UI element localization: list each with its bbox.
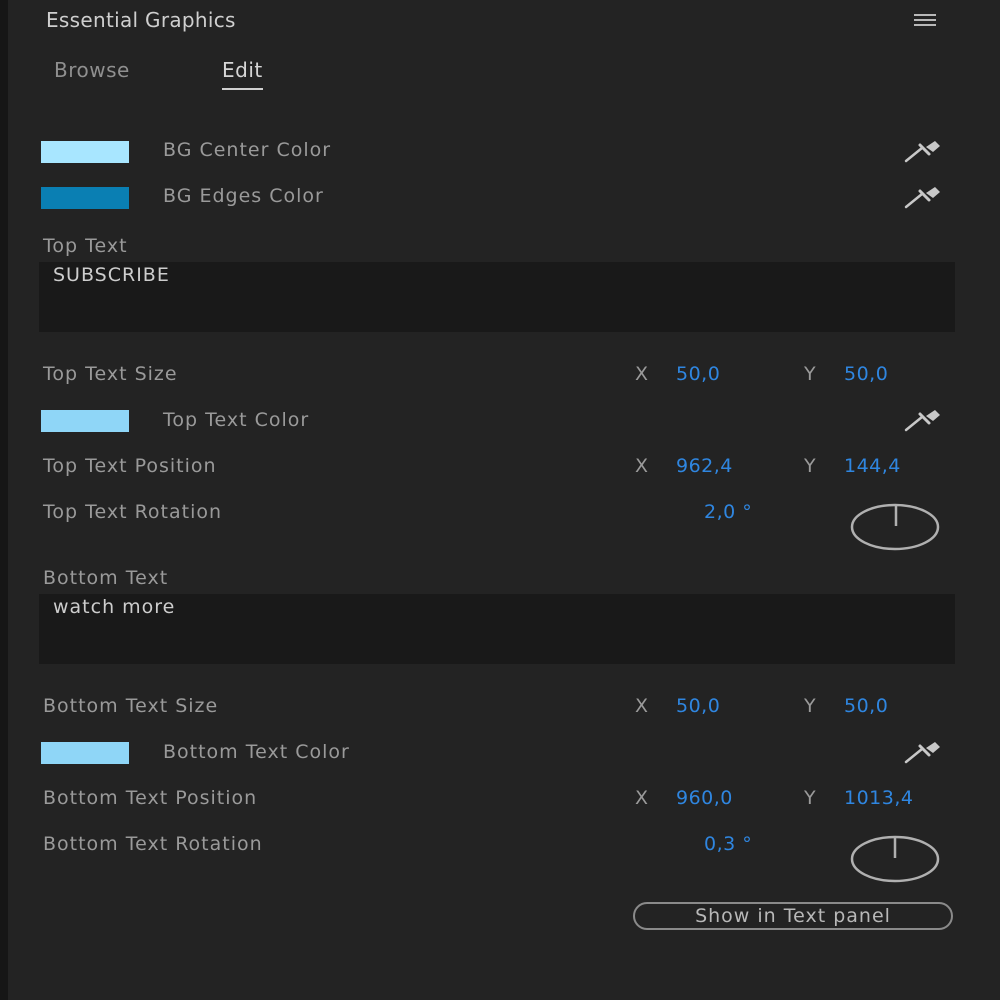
bg-edges-color-swatch[interactable]	[41, 187, 129, 209]
panel-left-edge	[0, 0, 8, 1000]
panel-title: Essential Graphics	[46, 8, 236, 32]
top-text-color-label: Top Text Color	[163, 409, 310, 431]
bottom-text-rotation-value[interactable]: 0,3 °	[704, 833, 752, 855]
bottom-text-field[interactable]: watch more	[39, 594, 955, 664]
bottom-text-label: Bottom Text	[43, 567, 169, 589]
top-text-position-y-value[interactable]: 144,4	[844, 455, 901, 477]
bottom-text-position-y-value[interactable]: 1013,4	[844, 787, 913, 809]
bottom-text-position-x-value[interactable]: 960,0	[676, 787, 733, 809]
top-text-size-x-value[interactable]: 50,0	[676, 363, 720, 385]
bg-center-color-swatch[interactable]	[41, 141, 129, 163]
top-text-field[interactable]: SUBSCRIBE	[39, 262, 955, 332]
bottom-text-size-x-value[interactable]: 50,0	[676, 695, 720, 717]
bg-center-color-label: BG Center Color	[163, 139, 332, 161]
top-text-color-swatch[interactable]	[41, 410, 129, 432]
bottom-text-position-y-label: Y	[804, 787, 816, 809]
rotation-dial-icon[interactable]	[849, 834, 941, 884]
bottom-text-size-x-label: X	[635, 695, 649, 717]
bottom-text-position-label: Bottom Text Position	[43, 787, 258, 809]
eyedropper-icon[interactable]	[902, 137, 944, 165]
top-text-rotation-label: Top Text Rotation	[43, 501, 223, 523]
essential-graphics-panel: Essential Graphics Browse Edit BG Center…	[8, 0, 1000, 1000]
bottom-text-color-swatch[interactable]	[41, 742, 129, 764]
top-text-label: Top Text	[43, 235, 128, 257]
bottom-text-size-label: Bottom Text Size	[43, 695, 219, 717]
top-text-size-x-label: X	[635, 363, 649, 385]
bottom-text-color-label: Bottom Text Color	[163, 741, 350, 763]
top-text-position-x-value[interactable]: 962,4	[676, 455, 733, 477]
rotation-dial-icon[interactable]	[849, 502, 941, 552]
bottom-text-position-x-label: X	[635, 787, 649, 809]
top-text-size-label: Top Text Size	[43, 363, 178, 385]
bottom-text-value: watch more	[53, 596, 176, 618]
eyedropper-icon[interactable]	[902, 183, 944, 211]
tab-edit[interactable]: Edit	[222, 58, 263, 90]
show-in-text-panel-button[interactable]: Show in Text panel	[633, 902, 953, 930]
eyedropper-icon[interactable]	[902, 406, 944, 434]
top-text-position-y-label: Y	[804, 455, 816, 477]
bottom-text-size-y-value[interactable]: 50,0	[844, 695, 888, 717]
bottom-text-size-y-label: Y	[804, 695, 816, 717]
eyedropper-icon[interactable]	[902, 738, 944, 766]
bottom-text-rotation-label: Bottom Text Rotation	[43, 833, 263, 855]
bg-edges-color-label: BG Edges Color	[163, 185, 324, 207]
top-text-position-x-label: X	[635, 455, 649, 477]
top-text-size-y-label: Y	[804, 363, 816, 385]
top-text-rotation-value[interactable]: 2,0 °	[704, 501, 752, 523]
tab-browse[interactable]: Browse	[54, 58, 130, 82]
top-text-value: SUBSCRIBE	[53, 264, 170, 286]
top-text-position-label: Top Text Position	[43, 455, 217, 477]
hamburger-menu-icon[interactable]	[914, 14, 936, 28]
top-text-size-y-value[interactable]: 50,0	[844, 363, 888, 385]
